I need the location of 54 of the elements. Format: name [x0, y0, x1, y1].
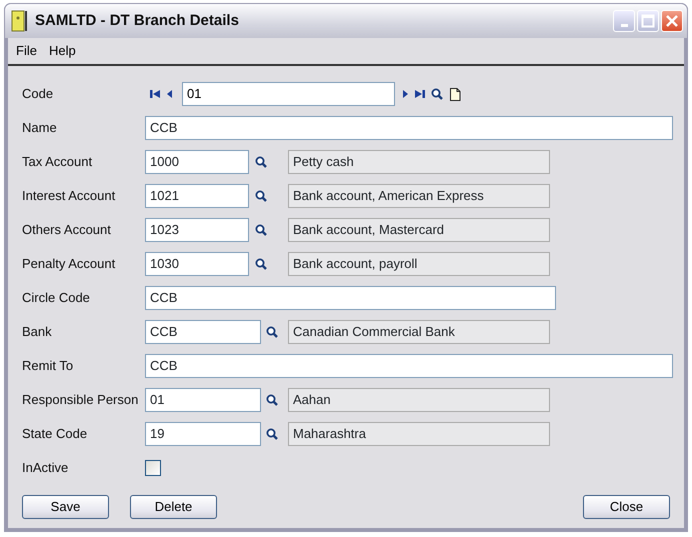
input-field[interactable]: 1000 — [145, 150, 249, 174]
field-label: Penalty Account — [22, 255, 116, 274]
next-record-icon[interactable] — [401, 88, 409, 100]
search-icon[interactable] — [255, 156, 267, 168]
minimize-icon — [620, 24, 628, 26]
description-field: Maharashtra — [288, 422, 550, 446]
description-field: Canadian Commercial Bank — [288, 320, 550, 344]
field-label: Remit To — [22, 357, 74, 376]
previous-record-icon[interactable] — [166, 88, 174, 100]
search-icon[interactable] — [266, 428, 278, 440]
first-record-icon[interactable] — [149, 88, 161, 100]
description-field: Bank account, Mastercard — [288, 218, 550, 242]
field-label: Responsible Person — [22, 391, 140, 410]
description-field: Aahan — [288, 388, 550, 412]
input-field[interactable]: 01 — [145, 388, 261, 412]
field-label: Code — [22, 85, 54, 104]
field-label: Tax Account — [22, 153, 94, 172]
input-field[interactable]: CCB — [145, 320, 261, 344]
input-field[interactable]: 01 — [182, 82, 395, 106]
window-title: SAMLTD - DT Branch Details — [35, 10, 240, 31]
search-icon[interactable] — [255, 224, 267, 236]
search-icon[interactable] — [431, 88, 443, 100]
input-field[interactable]: 1030 — [145, 252, 249, 276]
field-label: Name — [22, 119, 58, 138]
input-field[interactable]: 1021 — [145, 184, 249, 208]
close-button[interactable] — [661, 10, 683, 32]
input-field[interactable]: CCB — [145, 354, 673, 378]
field-label: Bank — [22, 323, 53, 342]
field-label: Interest Account — [22, 187, 116, 206]
maximize-icon — [641, 14, 655, 28]
action-button[interactable]: Save — [22, 495, 109, 519]
new-document-icon[interactable] — [449, 88, 461, 100]
description-field: Petty cash — [288, 150, 550, 174]
input-field[interactable]: 1023 — [145, 218, 249, 242]
search-icon[interactable] — [266, 326, 278, 338]
field-label: State Code — [22, 425, 88, 444]
search-icon[interactable] — [266, 394, 278, 406]
last-record-icon[interactable] — [414, 88, 426, 100]
field-label: Others Account — [22, 221, 112, 240]
action-button[interactable]: Delete — [130, 495, 217, 519]
input-field[interactable]: CCB — [145, 116, 673, 140]
field-label: Circle Code — [22, 289, 91, 308]
field-label: InActive — [22, 459, 70, 478]
search-icon[interactable] — [255, 258, 267, 270]
menu-item[interactable]: File — [10, 41, 43, 61]
input-field[interactable]: 19 — [145, 422, 261, 446]
search-icon[interactable] — [255, 190, 267, 202]
description-field: Bank account, American Express — [288, 184, 550, 208]
description-field: Bank account, payroll — [288, 252, 550, 276]
close-dialog-button[interactable]: Close — [583, 495, 670, 519]
close-icon — [665, 14, 679, 28]
app-icon — [11, 10, 29, 32]
menu-item[interactable]: Help — [42, 41, 82, 61]
input-field[interactable]: CCB — [145, 286, 556, 310]
